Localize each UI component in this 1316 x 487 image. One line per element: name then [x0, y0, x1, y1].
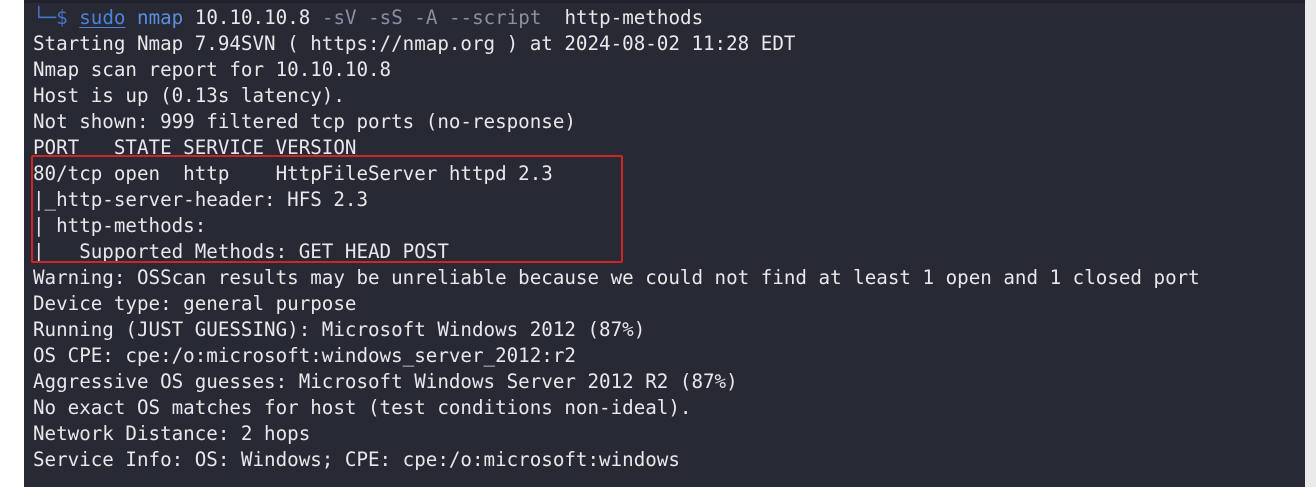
output-line-service-info: Service Info: OS: Windows; CPE: cpe:/o:m…	[33, 448, 680, 471]
output-line-supported-methods: |_ Supported Methods: GET HEAD POST	[33, 240, 449, 263]
output-line-warning: Warning: OSScan results may be unreliabl…	[33, 266, 1200, 289]
command-flags: -sV -sS -A --script	[321, 6, 542, 29]
output-line-start: Starting Nmap 7.94SVN ( https://nmap.org…	[33, 32, 796, 55]
command-prompt-line: └─$ sudo nmap 10.10.10.8 -sV -sS -A --sc…	[33, 5, 703, 31]
terminal-window[interactable]: └─$ sudo nmap 10.10.10.8 -sV -sS -A --sc…	[24, 0, 1305, 487]
output-line-server-header: |_http-server-header: HFS 2.3	[33, 188, 369, 211]
prompt-corner: └─	[33, 6, 57, 29]
output-line-aggressive: Aggressive OS guesses: Microsoft Windows…	[33, 370, 738, 393]
output-line-port-80: 80/tcp open http HttpFileServer httpd 2.…	[33, 162, 553, 185]
output-line-running: Running (JUST GUESSING): Microsoft Windo…	[33, 318, 646, 341]
output-line-os-cpe: OS CPE: cpe:/o:microsoft:windows_server_…	[33, 344, 576, 367]
target-address: 10.10.10.8	[194, 6, 311, 29]
output-line-report: Nmap scan report for 10.10.10.8	[33, 58, 392, 81]
output-line-distance: Network Distance: 2 hops	[33, 422, 311, 445]
prompt-symbol: $	[56, 6, 68, 29]
output-line-no-exact: No exact OS matches for host (test condi…	[33, 396, 692, 419]
command-name: nmap	[137, 6, 184, 29]
page-margin-strip	[1305, 0, 1316, 487]
sudo-keyword: sudo	[79, 6, 126, 29]
output-line-host-up: Host is up (0.13s latency).	[33, 84, 345, 107]
output-line-device-type: Device type: general purpose	[33, 292, 357, 315]
output-line-port-header: PORT STATE SERVICE VERSION	[33, 136, 357, 159]
output-line-not-shown: Not shown: 999 filtered tcp ports (no-re…	[33, 110, 576, 133]
script-name: http-methods	[564, 6, 704, 29]
output-line-http-methods: | http-methods:	[33, 214, 207, 237]
terminal-top-edge	[24, 0, 1305, 3]
